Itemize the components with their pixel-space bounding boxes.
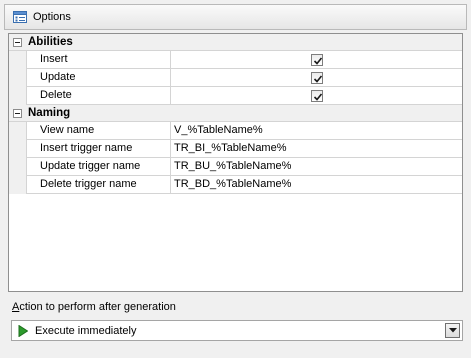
property-row-delete-trigger: Delete trigger name TR_BD_%TableName% [9, 176, 462, 194]
action-dropdown[interactable]: Execute immediately [11, 320, 463, 341]
view-name-field[interactable]: V_%TableName% [171, 122, 462, 140]
update-trigger-name-field[interactable]: TR_BU_%TableName% [171, 158, 462, 176]
property-name: Update [26, 69, 171, 87]
property-value-update[interactable] [171, 69, 462, 87]
chevron-down-icon[interactable] [445, 323, 460, 338]
property-row-update-trigger: Update trigger name TR_BU_%TableName% [9, 158, 462, 176]
category-abilities[interactable]: Abilities [9, 34, 462, 51]
property-value-delete[interactable] [171, 87, 462, 105]
collapse-icon[interactable] [13, 37, 22, 47]
play-icon [18, 324, 30, 337]
category-label: Abilities [28, 36, 73, 48]
property-row-insert: Insert [9, 51, 462, 69]
property-row-update: Update [9, 69, 462, 87]
property-name: Delete trigger name [26, 176, 171, 194]
property-row-view-name: View name V_%TableName% [9, 122, 462, 140]
options-header: Options [4, 4, 467, 30]
delete-checkbox[interactable] [311, 90, 323, 102]
action-selected-value: Execute immediately [35, 324, 137, 337]
property-row-insert-trigger: Insert trigger name TR_BI_%TableName% [9, 140, 462, 158]
action-label-text: ction to perform after generation [19, 301, 176, 313]
property-name: Delete [26, 87, 171, 105]
action-label: Action to perform after generation [12, 301, 176, 313]
collapse-icon[interactable] [13, 108, 22, 118]
update-checkbox[interactable] [311, 72, 323, 84]
insert-trigger-name-field[interactable]: TR_BI_%TableName% [171, 140, 462, 158]
property-name: Insert trigger name [26, 140, 171, 158]
delete-trigger-name-field[interactable]: TR_BD_%TableName% [171, 176, 462, 194]
options-panel-icon [12, 9, 28, 25]
category-naming[interactable]: Naming [9, 105, 462, 122]
category-label: Naming [28, 107, 71, 119]
property-row-delete: Delete [9, 87, 462, 105]
options-title: Options [33, 11, 71, 23]
property-name: Insert [26, 51, 171, 69]
property-grid: Abilities Insert Update Delete Naming Vi… [8, 33, 463, 292]
property-value-insert[interactable] [171, 51, 462, 69]
property-name: View name [26, 122, 171, 140]
insert-checkbox[interactable] [311, 54, 323, 66]
property-name: Update trigger name [26, 158, 171, 176]
